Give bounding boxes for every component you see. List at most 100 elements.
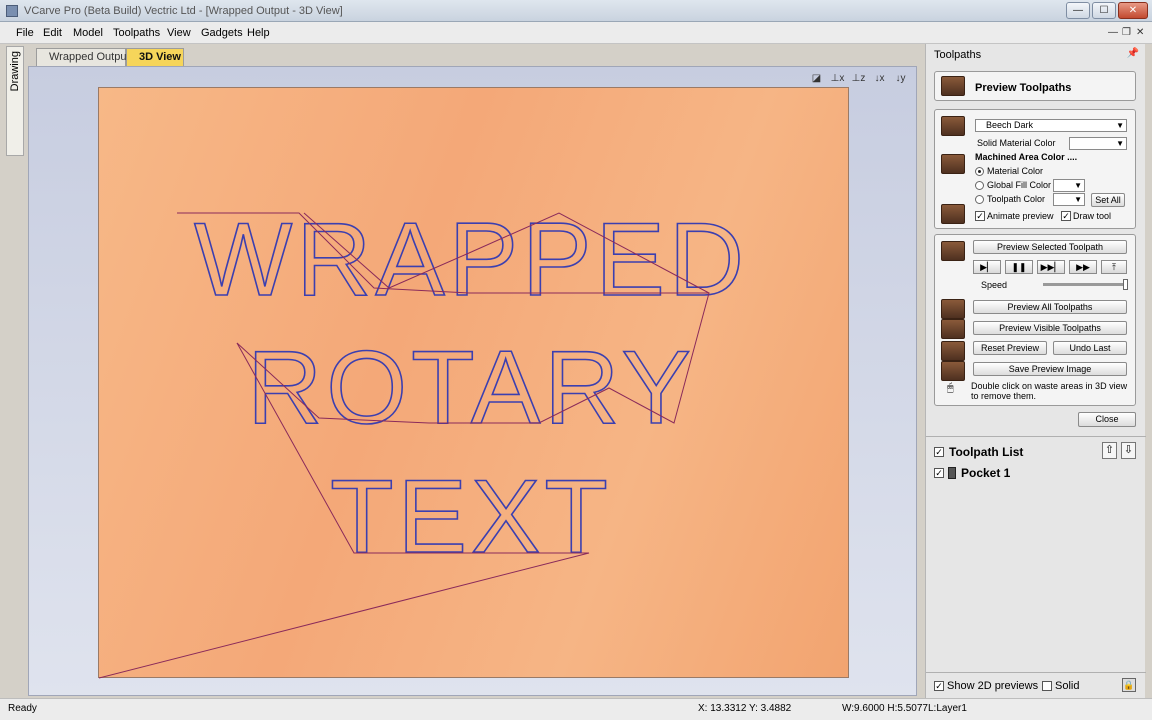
- divider: [926, 672, 1146, 673]
- material-select-value: Beech Dark: [986, 120, 1034, 130]
- canvas-text-wrapped: WRAPPED: [194, 202, 748, 318]
- radio-material-color[interactable]: [975, 167, 984, 176]
- fast-forward-icon[interactable]: ▶▶: [1069, 260, 1097, 274]
- cursor-hint-icon: 🖱: [947, 382, 954, 394]
- status-dimensions: W:9.6000 H:5.5077: [842, 703, 928, 714]
- solid-label: Solid: [1055, 680, 1080, 692]
- chevron-down-icon: ▼: [1116, 139, 1124, 148]
- draw-tool-label: Draw tool: [1073, 211, 1112, 221]
- 3d-viewport[interactable]: ◪ ⊥x ⊥z ↓x ↓y WRAPPED ROTARY TEXT: [28, 66, 917, 696]
- global-fill-color-option: Global Fill Color: [987, 180, 1052, 190]
- drawing-tab-label: Drawing: [9, 51, 21, 92]
- preview-toolpaths-title: Preview Toolpaths: [975, 82, 1072, 94]
- divider: [926, 436, 1146, 437]
- menu-edit[interactable]: Edit: [43, 27, 62, 39]
- close-panel-button[interactable]: Close: [1078, 412, 1136, 427]
- preview-visible-toolpaths-button[interactable]: Preview Visible Toolpaths: [973, 321, 1127, 335]
- waste-area-hint: Double click on waste areas in 3D view t…: [971, 381, 1128, 401]
- radio-toolpath-color[interactable]: [975, 195, 984, 204]
- solid-material-color-picker[interactable]: ▼: [1069, 137, 1127, 150]
- toolpath-preview: WRAPPED ROTARY TEXT: [99, 201, 748, 679]
- mdi-minimize-button[interactable]: —: [1108, 27, 1118, 38]
- menu-gadgets[interactable]: Gadgets: [201, 27, 243, 39]
- speed-slider-thumb[interactable]: [1123, 279, 1128, 290]
- menu-bar: File Edit Model Toolpaths View Gadgets H…: [0, 22, 1152, 44]
- app-icon: [6, 5, 18, 17]
- view-orientation-toolbar: ◪ ⊥x ⊥z ↓x ↓y: [807, 71, 910, 87]
- drawing-side-tab[interactable]: Drawing: [6, 46, 24, 156]
- chevron-down-icon: ▼: [1074, 181, 1082, 190]
- draw-tool-checkbox[interactable]: ✓: [1061, 211, 1071, 221]
- show-2d-previews-label: Show 2D previews: [947, 680, 1039, 692]
- animate-preview-checkbox[interactable]: ✓: [975, 211, 985, 221]
- machined-area-color-label: Machined Area Color ....: [975, 152, 1078, 162]
- material-block: WRAPPED ROTARY TEXT: [98, 87, 849, 679]
- toolpath-list-checkbox[interactable]: ✓: [934, 447, 944, 457]
- animate-icon: [941, 204, 965, 224]
- view-neg-x-icon[interactable]: ↓x: [870, 71, 889, 87]
- maximize-button[interactable]: ☐: [1092, 2, 1116, 19]
- global-fill-color-picker[interactable]: ▼: [1053, 179, 1085, 192]
- mdi-close-button[interactable]: ✕: [1136, 27, 1144, 38]
- panel-header: Toolpaths: [934, 49, 982, 61]
- step-forward-icon[interactable]: ▶▶▏: [1037, 260, 1065, 274]
- close-button[interactable]: ✕: [1118, 2, 1148, 19]
- menu-toolpaths[interactable]: Toolpaths: [113, 27, 160, 39]
- move-down-icon[interactable]: ⇩: [1121, 442, 1136, 459]
- menu-help[interactable]: Help: [247, 27, 270, 39]
- material-icon: [941, 116, 965, 136]
- material-color-option: Material Color: [987, 166, 1044, 176]
- toolpaths-panel: Toolpaths 📌 Preview Toolpaths Beech Dark…: [925, 44, 1146, 698]
- status-ready: Ready: [8, 703, 37, 714]
- toolpath-item-pocket-1[interactable]: Pocket 1: [961, 466, 1010, 480]
- solid-checkbox[interactable]: [1042, 681, 1052, 691]
- view-y-icon[interactable]: ↓y: [891, 71, 910, 87]
- radio-global-fill-color[interactable]: [975, 181, 984, 190]
- move-up-icon[interactable]: ⇧: [1102, 442, 1117, 459]
- speed-slider-track[interactable]: [1043, 283, 1127, 286]
- text-outlines: WRAPPED ROTARY TEXT: [193, 201, 748, 576]
- canvas-text-rotary: ROTARY: [247, 330, 695, 446]
- lock-icon[interactable]: 🔒: [1122, 678, 1136, 692]
- preview-controls-section: Preview Selected Toolpath ▶▏ ❚❚ ▶▶▏ ▶▶ ⤒…: [934, 234, 1136, 406]
- title-bar: VCarve Pro (Beta Build) Vectric Ltd - [W…: [0, 0, 1152, 22]
- preview-all-toolpaths-button[interactable]: Preview All Toolpaths: [973, 300, 1127, 314]
- menu-model[interactable]: Model: [73, 27, 103, 39]
- toolpath-item-icon: [948, 467, 956, 479]
- status-layer: L:Layer1: [928, 703, 967, 714]
- play-icon[interactable]: ▶▏: [973, 260, 1001, 274]
- minimize-button[interactable]: —: [1066, 2, 1090, 19]
- toolpath-list-title: Toolpath List: [949, 445, 1024, 459]
- toolpath-color-picker[interactable]: ▼: [1053, 193, 1085, 206]
- chevron-down-icon: ▼: [1074, 195, 1082, 204]
- menu-view[interactable]: View: [167, 27, 191, 39]
- view-z-icon[interactable]: ⊥z: [849, 71, 868, 87]
- toolpath-item-checkbox[interactable]: ✓: [934, 468, 944, 478]
- show-2d-previews-checkbox[interactable]: ✓: [934, 681, 944, 691]
- material-section: Beech Dark ▼ Solid Material Color ▼ Mach…: [934, 109, 1136, 229]
- reset-preview-button[interactable]: Reset Preview: [973, 341, 1047, 355]
- pause-icon[interactable]: ❚❚: [1005, 260, 1033, 274]
- solid-material-color-label: Solid Material Color: [977, 138, 1056, 148]
- speed-label: Speed: [981, 280, 1008, 290]
- status-bar: Ready X: 13.3312 Y: 3.4882 W:9.6000 H:5.…: [0, 698, 1152, 720]
- pin-icon[interactable]: 📌: [1127, 48, 1139, 59]
- stop-to-top-icon[interactable]: ⤒: [1101, 260, 1127, 274]
- mdi-restore-button[interactable]: ❐: [1122, 27, 1131, 38]
- iso-view-icon[interactable]: ◪: [807, 71, 826, 87]
- set-all-button[interactable]: Set All: [1091, 193, 1125, 207]
- preview-toolpaths-icon: [941, 76, 965, 96]
- tab-3d-view[interactable]: 3D View: [126, 48, 184, 66]
- preview-toolpaths-header: Preview Toolpaths: [934, 71, 1136, 101]
- preview-selected-icon: [941, 241, 965, 261]
- preview-selected-toolpath-button[interactable]: Preview Selected Toolpath: [973, 240, 1127, 254]
- save-preview-image-button[interactable]: Save Preview Image: [973, 362, 1127, 376]
- chevron-down-icon: ▼: [1116, 121, 1124, 130]
- status-cursor-xy: X: 13.3312 Y: 3.4882: [698, 703, 792, 714]
- view-x-icon[interactable]: ⊥x: [828, 71, 847, 87]
- tab-wrapped-output[interactable]: Wrapped Output: [36, 48, 130, 66]
- toolpath-color-option: Toolpath Color: [987, 194, 1046, 204]
- undo-last-button[interactable]: Undo Last: [1053, 341, 1127, 355]
- menu-file[interactable]: File: [16, 27, 34, 39]
- material-select[interactable]: Beech Dark ▼: [975, 119, 1127, 132]
